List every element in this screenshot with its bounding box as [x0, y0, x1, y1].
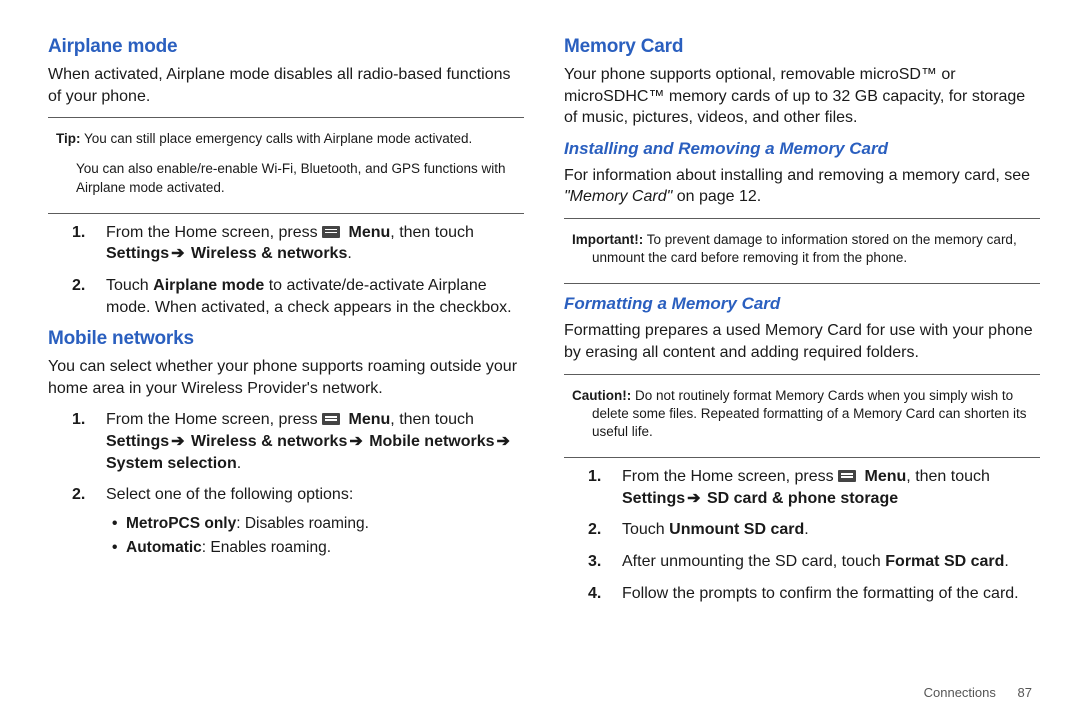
settings-label: Settings — [106, 433, 169, 450]
list-item: MetroPCS only: Disables roaming. — [126, 512, 524, 536]
airplane-mode-label: Airplane mode — [153, 277, 264, 294]
period: . — [237, 455, 241, 472]
text: For information about installing and rem… — [564, 167, 1030, 184]
airplane-steps: From the Home screen, press Menu, then t… — [48, 222, 524, 318]
wireless-label: Wireless & networks — [187, 433, 348, 450]
menu-label: Menu — [860, 468, 906, 485]
step-item: Touch Airplane mode to activate/de-activ… — [100, 275, 524, 318]
section-name: Connections — [924, 685, 996, 700]
divider — [564, 374, 1040, 375]
step-item: From the Home screen, press Menu, then t… — [100, 222, 524, 265]
menu-label: Menu — [344, 411, 390, 428]
step-item: Follow the prompts to confirm the format… — [616, 583, 1040, 605]
mobile-steps: From the Home screen, press Menu, then t… — [48, 409, 524, 559]
memcard-intro: Your phone supports optional, removable … — [564, 64, 1040, 129]
heading-airplane-mode: Airplane mode — [48, 36, 524, 58]
step-text: , then touch — [390, 224, 474, 241]
menu-icon — [322, 413, 340, 425]
divider — [48, 117, 524, 118]
unmount-label: Unmount SD card — [669, 521, 804, 538]
step-text: Touch — [106, 277, 153, 294]
step-item: Select one of the following options: Met… — [100, 484, 524, 560]
menu-icon — [838, 470, 856, 482]
important-label: Important!: — [572, 232, 643, 247]
tip-text: You can still place emergency calls with… — [81, 131, 473, 146]
wireless-label: Wireless & networks — [187, 245, 348, 262]
period: . — [347, 245, 351, 262]
divider — [564, 218, 1040, 219]
page-number: 87 — [1018, 685, 1032, 700]
step-text: From the Home screen, press — [106, 224, 322, 241]
step-item: From the Home screen, press Menu, then t… — [616, 466, 1040, 509]
option-desc: : Enables roaming. — [202, 539, 331, 556]
arrow-icon: ➔ — [169, 431, 186, 453]
step-item: From the Home screen, press Menu, then t… — [100, 409, 524, 474]
text: on page 12. — [672, 188, 761, 205]
step-text: From the Home screen, press — [106, 411, 322, 428]
important-text: To prevent damage to information stored … — [592, 232, 1017, 265]
mobile-networks-label: Mobile networks — [365, 433, 495, 450]
caution-text: Do not routinely format Memory Cards whe… — [592, 388, 1026, 439]
reference-title: "Memory Card" — [564, 188, 672, 205]
option-label: MetroPCS only — [126, 515, 236, 532]
step-item: Touch Unmount SD card. — [616, 519, 1040, 541]
settings-label: Settings — [622, 490, 685, 507]
divider — [48, 213, 524, 214]
divider — [564, 457, 1040, 458]
menu-icon — [322, 226, 340, 238]
arrow-icon: ➔ — [495, 431, 512, 453]
sdcard-label: SD card & phone storage — [703, 490, 899, 507]
format-steps: From the Home screen, press Menu, then t… — [564, 466, 1040, 604]
heading-mobile-networks: Mobile networks — [48, 328, 524, 350]
page-content: Airplane mode When activated, Airplane m… — [0, 0, 1080, 614]
step-text: Follow the prompts to confirm the format… — [622, 585, 1019, 602]
system-selection-label: System selection — [106, 455, 237, 472]
settings-label: Settings — [106, 245, 169, 262]
menu-label: Menu — [344, 224, 390, 241]
airplane-tip-2: You can also enable/re-enable Wi-Fi, Blu… — [48, 156, 524, 204]
step-text: After unmounting the SD card, touch — [622, 553, 885, 570]
arrow-icon: ➔ — [685, 488, 702, 510]
caution-label: Caution!: — [572, 388, 631, 403]
heading-memory-card: Memory Card — [564, 36, 1040, 58]
option-label: Automatic — [126, 539, 202, 556]
step-text: , then touch — [390, 411, 474, 428]
roaming-options: MetroPCS only: Disables roaming. Automat… — [106, 512, 524, 560]
period: . — [1004, 553, 1008, 570]
airplane-intro: When activated, Airplane mode disables a… — [48, 64, 524, 107]
install-para: For information about installing and rem… — [564, 165, 1040, 208]
format-intro: Formatting prepares a used Memory Card f… — [564, 320, 1040, 363]
left-column: Airplane mode When activated, Airplane m… — [48, 30, 524, 614]
page-footer: Connections 87 — [924, 685, 1032, 700]
important-note: Important!: To prevent damage to informa… — [564, 227, 1040, 275]
right-column: Memory Card Your phone supports optional… — [564, 30, 1040, 614]
heading-install-remove: Installing and Removing a Memory Card — [564, 139, 1040, 159]
airplane-tip: Tip: You can still place emergency calls… — [48, 126, 524, 156]
format-label: Format SD card — [885, 553, 1004, 570]
arrow-icon: ➔ — [347, 431, 364, 453]
step-text: Touch — [622, 521, 669, 538]
period: . — [804, 521, 808, 538]
tip-label: Tip: — [56, 131, 81, 146]
caution-note: Caution!: Do not routinely format Memory… — [564, 383, 1040, 450]
mobile-intro: You can select whether your phone suppor… — [48, 356, 524, 399]
list-item: Automatic: Enables roaming. — [126, 536, 524, 560]
step-text: Select one of the following options: — [106, 486, 353, 503]
step-item: After unmounting the SD card, touch Form… — [616, 551, 1040, 573]
arrow-icon: ➔ — [169, 243, 186, 265]
option-desc: : Disables roaming. — [236, 515, 369, 532]
heading-formatting: Formatting a Memory Card — [564, 294, 1040, 314]
step-text: From the Home screen, press — [622, 468, 838, 485]
step-text: , then touch — [906, 468, 990, 485]
divider — [564, 283, 1040, 284]
